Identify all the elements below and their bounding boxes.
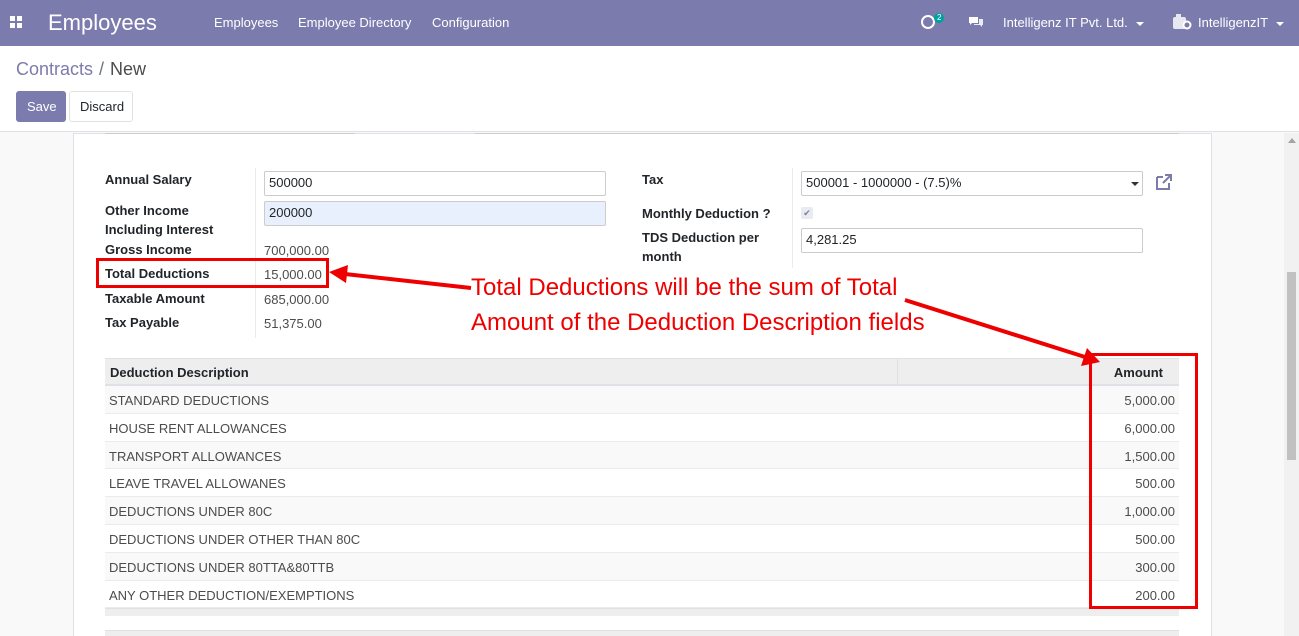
other-income-label-line2: Including Interest — [105, 222, 214, 237]
divider — [255, 168, 256, 338]
column-header-description[interactable]: Deduction Description — [110, 365, 249, 380]
company-name: Intelligenz IT Pvt. Ltd. — [1003, 15, 1128, 30]
column-divider — [897, 359, 898, 385]
company-switcher[interactable]: Intelligenz IT Pvt. Ltd. — [1003, 15, 1144, 30]
scroll-up-arrow-icon[interactable] — [1288, 138, 1296, 143]
taxable-amount-label: Taxable Amount — [105, 291, 205, 306]
activity-clock-icon[interactable] — [921, 15, 935, 29]
menu-employees[interactable]: Employees — [214, 15, 278, 30]
scrollbar-thumb[interactable] — [1287, 272, 1296, 460]
save-button[interactable]: Save — [16, 91, 66, 122]
table-footer — [105, 608, 1179, 617]
table-row[interactable]: DEDUCTIONS UNDER 80C 1,000.00 — [105, 497, 1179, 525]
table-body: STANDARD DEDUCTIONS 5,000.00 HOUSE RENT AL… — [105, 386, 1179, 609]
table-row[interactable]: STANDARD DEDUCTIONS 5,000.00 — [105, 386, 1179, 414]
table-row[interactable]: LEAVE TRAVEL ALLOWANES 500.00 — [105, 469, 1179, 498]
user-avatar-icon[interactable] — [1172, 13, 1192, 31]
divider — [105, 133, 355, 134]
taxable-amount-value: 685,000.00 — [264, 292, 330, 307]
tds-input[interactable]: 4,281.25 — [801, 228, 1143, 253]
menu-configuration[interactable]: Configuration — [432, 15, 509, 30]
annual-salary-input[interactable]: 500000 — [264, 171, 606, 196]
other-income-label: Other Income Including Interest — [105, 201, 213, 239]
table-row[interactable]: TRANSPORT ALLOWANCES 1,500.00 — [105, 441, 1179, 470]
deduction-description-cell: DEDUCTIONS UNDER 80TTA&80TTB — [109, 559, 335, 575]
deduction-description-cell: LEAVE TRAVEL ALLOWANES — [109, 476, 286, 492]
divider — [475, 133, 1179, 134]
app-brand[interactable]: Employees — [48, 10, 157, 36]
deduction-description-cell: TRANSPORT ALLOWANCES — [109, 448, 282, 464]
control-panel: Contracts / New Save Discard — [0, 46, 1299, 132]
breadcrumb-current: New — [110, 59, 147, 79]
gross-income-label: Gross Income — [105, 242, 192, 257]
annotation-highlight-box — [96, 258, 329, 288]
breadcrumb: Contracts / New — [16, 59, 146, 80]
table-row[interactable]: DEDUCTIONS UNDER OTHER THAN 80C 500.00 — [105, 525, 1179, 553]
user-menu[interactable]: IntelligenzIT — [1198, 15, 1285, 30]
table-row[interactable]: ANY OTHER DEDUCTION/EXEMPTIONS 200.00 — [105, 581, 1179, 609]
annotation-text-line1: Total Deductions will be the sum of Tota… — [471, 274, 898, 301]
table-header — [105, 630, 1179, 636]
top-navbar: Employees Employees Employee Directory C… — [0, 0, 1299, 46]
chat-icon[interactable] — [968, 16, 984, 28]
apps-menu-icon[interactable] — [10, 16, 22, 28]
chevron-down-icon — [1131, 182, 1139, 186]
external-link-icon[interactable] — [1154, 172, 1174, 192]
breadcrumb-separator: / — [99, 59, 105, 79]
deduction-description-cell: STANDARD DEDUCTIONS — [109, 393, 270, 408]
annotation-highlight-box — [1089, 353, 1198, 609]
chevron-down-icon — [1135, 21, 1144, 26]
other-income-input[interactable]: 200000 — [264, 201, 606, 226]
tax-select[interactable]: 500001 - 1000000 - (7.5)% — [801, 171, 1143, 196]
table-row[interactable]: DEDUCTIONS UNDER 80TTA&80TTB 300.00 — [105, 552, 1179, 581]
deduction-description-cell: DEDUCTIONS UNDER 80C — [109, 504, 273, 520]
chevron-down-icon — [1276, 21, 1285, 26]
deduction-description-cell: HOUSE RENT ALLOWANCES — [109, 420, 287, 436]
menu-employee-directory[interactable]: Employee Directory — [298, 15, 411, 30]
table-row[interactable]: HOUSE RENT ALLOWANCES 6,000.00 — [105, 414, 1179, 442]
tax-label: Tax — [642, 172, 664, 187]
tds-label-line2: month — [642, 249, 682, 264]
deduction-description-cell: DEDUCTIONS UNDER OTHER THAN 80C — [109, 531, 361, 547]
annual-salary-label: Annual Salary — [105, 172, 192, 187]
gross-income-value: 700,000.00 — [264, 243, 330, 258]
user-name: IntelligenzIT — [1198, 15, 1269, 30]
discard-button[interactable]: Discard — [69, 91, 133, 122]
table-header: Deduction Description Amount — [105, 358, 1179, 386]
activity-count-badge: 2 — [934, 13, 945, 23]
deductions-table: Deduction Description Amount STANDARD DE… — [105, 358, 1179, 617]
tds-label: TDS Deduction per month — [642, 228, 759, 266]
monthly-deduction-checkbox[interactable]: ✔ — [801, 207, 813, 219]
tax-payable-label: Tax Payable — [105, 315, 180, 330]
other-income-label-line1: Other Income — [105, 203, 189, 218]
tax-payable-value: 51,375.00 — [264, 316, 322, 331]
monthly-deduction-label: Monthly Deduction ? — [642, 206, 771, 221]
breadcrumb-contracts[interactable]: Contracts — [16, 59, 93, 79]
divider — [792, 168, 793, 268]
deduction-description-cell: ANY OTHER DEDUCTION/EXEMPTIONS — [109, 587, 355, 603]
tds-label-line1: TDS Deduction per — [642, 230, 760, 245]
annotation-text-line2: Amount of the Deduction Description fiel… — [471, 309, 925, 336]
